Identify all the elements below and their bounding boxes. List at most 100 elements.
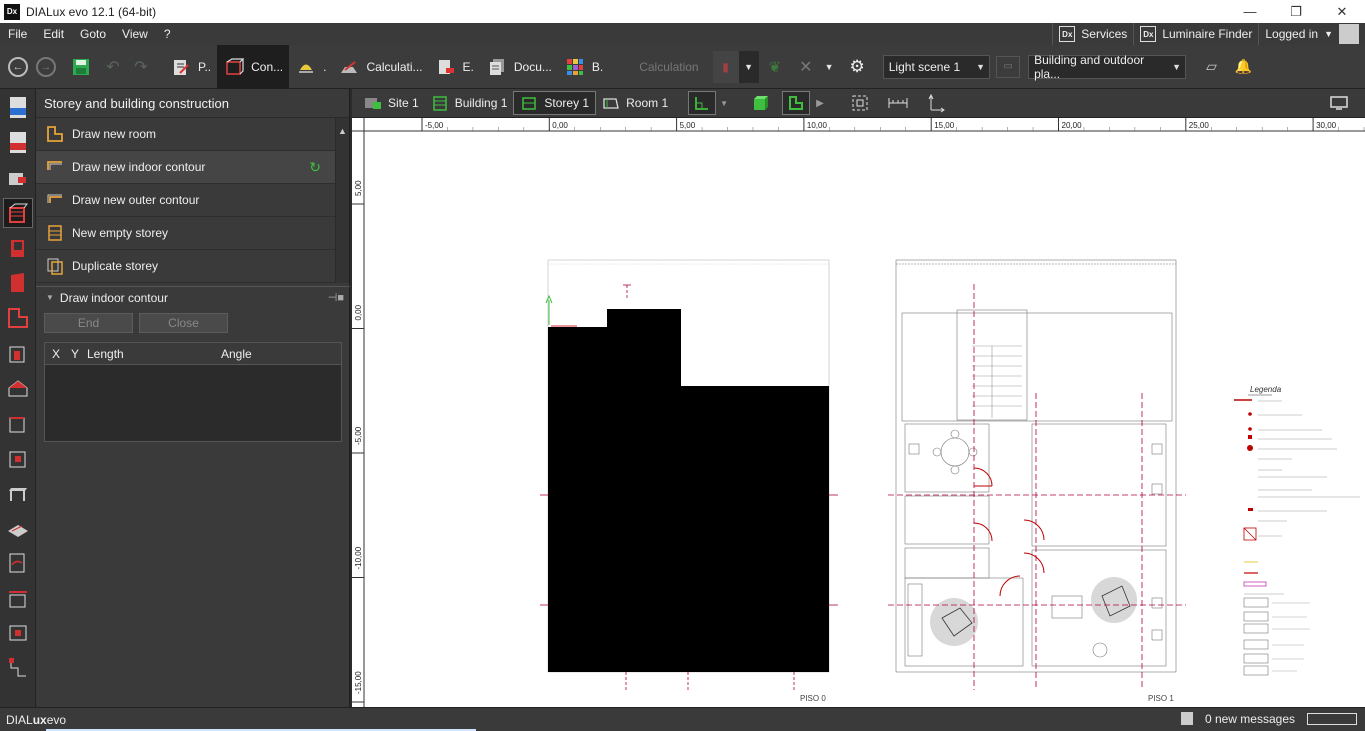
plan-drawing[interactable]: -5,00 0,00 5,00 10,00 15,00 20,00 25,00 30,00 5…: [352, 118, 1365, 707]
bell-icon[interactable]: 🔔: [1235, 58, 1252, 75]
mode-export[interactable]: E.: [429, 45, 480, 89]
end-button[interactable]: End: [44, 313, 133, 333]
mode-project[interactable]: P..: [164, 45, 217, 89]
mode-construction[interactable]: Con...: [217, 44, 290, 89]
menu-edit[interactable]: Edit: [35, 27, 72, 41]
luminaire-finder-button[interactable]: Dx Luminaire Finder: [1133, 23, 1258, 45]
menu-goto[interactable]: Goto: [72, 27, 114, 41]
logged-in-menu[interactable]: Logged in ▼: [1258, 23, 1365, 45]
view-select[interactable]: Building and outdoor pla... ▼: [1028, 53, 1187, 81]
light-scene-edit-icon[interactable]: ▭: [996, 55, 1021, 78]
services-button[interactable]: Dx Services: [1052, 23, 1133, 45]
ground-element-icon[interactable]: [4, 654, 32, 682]
col-length[interactable]: Length: [85, 347, 215, 361]
menu-view[interactable]: View: [114, 27, 156, 41]
restore-button[interactable]: ❐: [1273, 0, 1319, 23]
table-header: X Y Length Angle: [45, 343, 341, 365]
draw-new-outer-contour-item[interactable]: Draw new outer contour: [36, 184, 349, 217]
chevron-right-icon[interactable]: ▶: [816, 98, 824, 109]
messages-indicator[interactable]: [1307, 713, 1357, 725]
gear-icon[interactable]: ⚙: [850, 57, 865, 77]
ifc-import-icon[interactable]: [4, 129, 32, 157]
draw-new-room-item[interactable]: Draw new room: [36, 118, 349, 151]
col-angle[interactable]: Angle: [215, 347, 252, 361]
duplicate-storey-item[interactable]: Duplicate storey: [36, 250, 349, 283]
left-toolstrip: [0, 89, 36, 707]
crumb-building[interactable]: Building 1: [425, 91, 514, 115]
menu-help[interactable]: ?: [156, 27, 179, 41]
ruler-icon[interactable]: ▱: [1206, 58, 1217, 75]
table-object-icon[interactable]: [4, 479, 32, 507]
chevron-down-icon[interactable]: ▼: [825, 62, 834, 72]
close-button[interactable]: Close: [139, 313, 228, 333]
wall-icon[interactable]: [4, 234, 32, 262]
storey-construction-icon[interactable]: [3, 198, 33, 228]
roof-icon[interactable]: [4, 374, 32, 402]
crumb-room[interactable]: Room 1: [596, 91, 674, 115]
stairs-icon[interactable]: [4, 549, 32, 577]
redo-icon[interactable]: ↷: [130, 56, 152, 78]
save-icon[interactable]: [70, 56, 92, 78]
beam-icon[interactable]: [4, 584, 32, 612]
contour-table: X Y Length Angle: [44, 342, 342, 442]
monitor-button[interactable]: [1325, 91, 1353, 115]
back-icon[interactable]: ←: [8, 56, 28, 77]
leaf-icon[interactable]: ❦: [769, 58, 782, 76]
x-ruler-label: -5,00: [425, 121, 444, 130]
status-bar: DIALuxevo 0 new messages: [0, 707, 1365, 731]
ceiling-icon[interactable]: [4, 409, 32, 437]
coordinate-button[interactable]: [922, 91, 950, 115]
door-icon[interactable]: [4, 269, 32, 297]
dwg-import-icon[interactable]: [4, 94, 32, 122]
draw-new-indoor-contour-item[interactable]: Draw new indoor contour ↻: [36, 151, 349, 184]
cutout-icon[interactable]: [4, 444, 32, 472]
mode-calculation[interactable]: Calculati...: [332, 45, 428, 89]
plan-view-toggle[interactable]: [688, 91, 717, 115]
mode-bim[interactable]: B.: [558, 45, 609, 89]
floor-plan-icon: [789, 96, 804, 110]
section-title: Draw indoor contour: [59, 290, 168, 305]
furniture-import-icon[interactable]: [4, 164, 32, 192]
mode-light[interactable]: .: [289, 45, 332, 89]
col-y[interactable]: Y: [65, 347, 85, 361]
light-scene-select[interactable]: Light scene 1 ▼: [882, 54, 991, 79]
col-x[interactable]: X: [45, 347, 65, 361]
3d-view-toggle[interactable]: [746, 91, 774, 115]
minimize-button[interactable]: —: [1227, 0, 1273, 23]
close-window-button[interactable]: ✕: [1319, 0, 1365, 23]
mode-documentation[interactable]: Docu...: [480, 45, 558, 89]
cancel-calc-icon[interactable]: ✕: [799, 57, 812, 77]
chevron-down-icon[interactable]: ▼: [720, 99, 728, 108]
floor-elements-icon[interactable]: [4, 514, 32, 542]
undo-icon[interactable]: ↶: [102, 56, 124, 78]
crumb-storey[interactable]: Storey 1: [513, 91, 597, 115]
refresh-icon[interactable]: ↻: [309, 159, 321, 176]
plan-left[interactable]: PISO 0: [540, 259, 838, 703]
luminaire-finder-label: Luminaire Finder: [1162, 27, 1253, 41]
crumb-site[interactable]: Site 1: [358, 91, 425, 115]
scroll-up-icon[interactable]: ▲: [336, 126, 349, 136]
brand-part-evo: evo: [46, 712, 67, 727]
section-header[interactable]: ▼ Draw indoor contour ⊣■: [36, 286, 350, 308]
panel-scrollbar[interactable]: ▲: [335, 118, 349, 283]
collapse-icon[interactable]: ▼: [46, 293, 54, 302]
calc-progress-icon[interactable]: ▮: [712, 50, 739, 83]
calculation-button[interactable]: Calculation: [639, 60, 698, 74]
zoom-extents-button[interactable]: [846, 91, 874, 115]
drawing-canvas[interactable]: -5,00 0,00 5,00 10,00 15,00 20,00 25,00 30,00 5…: [352, 118, 1365, 707]
messages-label[interactable]: 0 new messages: [1205, 712, 1295, 726]
measure-button[interactable]: [884, 91, 912, 115]
storey-contour-shape[interactable]: [548, 309, 829, 672]
column-icon[interactable]: [4, 619, 32, 647]
window-icon[interactable]: [4, 339, 32, 367]
floor-plan-toggle[interactable]: [782, 91, 811, 115]
new-empty-storey-item[interactable]: New empty storey: [36, 217, 349, 250]
avatar[interactable]: [1339, 24, 1359, 44]
plan-right[interactable]: PISO 1: [888, 259, 1186, 703]
menu-file[interactable]: File: [0, 27, 35, 41]
forward-icon[interactable]: →: [36, 56, 56, 77]
chevron-down-icon[interactable]: ▼: [738, 50, 759, 83]
room-icon[interactable]: [4, 304, 32, 332]
pin-icon[interactable]: ⊣■: [328, 291, 344, 304]
site-icon: [365, 98, 381, 109]
